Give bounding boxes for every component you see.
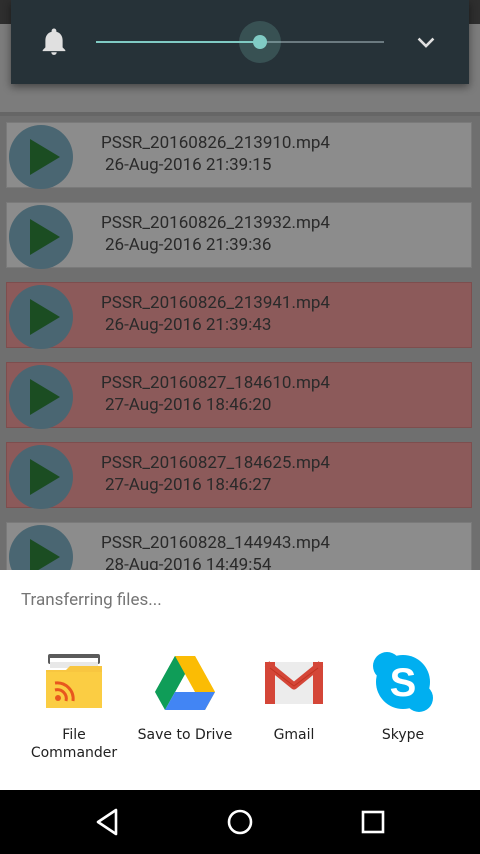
bell-icon[interactable] xyxy=(41,28,67,60)
play-icon[interactable] xyxy=(9,445,73,509)
play-icon[interactable] xyxy=(9,285,73,349)
list-item[interactable]: PSSR_20160826_213910.mp4 26-Aug-2016 21:3… xyxy=(6,122,472,189)
share-target-label: File Commander xyxy=(19,726,129,762)
volume-slider-fill xyxy=(96,41,261,43)
skype-icon: S xyxy=(371,650,435,714)
play-icon[interactable] xyxy=(9,205,73,269)
recents-icon[interactable] xyxy=(359,807,387,841)
chevron-down-icon[interactable] xyxy=(414,31,438,59)
volume-panel xyxy=(11,0,469,84)
list-item[interactable]: PSSR_20160826_213932.mp4 26-Aug-2016 21:3… xyxy=(6,202,472,269)
play-icon[interactable] xyxy=(9,365,73,429)
list-item[interactable]: PSSR_20160826_213941.mp4 26-Aug-2016 21:3… xyxy=(6,282,472,349)
label-line: File xyxy=(62,727,86,743)
share-sheet-title: Transferring files... xyxy=(21,590,162,610)
file-name: PSSR_20160827_184610.mp4 xyxy=(101,373,330,393)
file-name: PSSR_20160826_213932.mp4 xyxy=(101,213,330,233)
play-icon[interactable] xyxy=(9,125,73,189)
share-target-skype[interactable]: S Skype xyxy=(348,650,458,744)
file-date: 27-Aug-2016 18:46:27 xyxy=(105,475,272,495)
file-date: 26-Aug-2016 21:39:15 xyxy=(105,155,272,175)
list-item[interactable]: PSSR_20160827_184610.mp4 27-Aug-2016 18:4… xyxy=(6,362,472,429)
list-item[interactable]: PSSR_20160827_184625.mp4 27-Aug-2016 18:4… xyxy=(6,442,472,509)
navigation-bar xyxy=(0,790,480,854)
share-target-save-to-drive[interactable]: Save to Drive xyxy=(130,650,240,744)
share-target-file-commander[interactable]: File Commander xyxy=(19,650,129,762)
svg-text:S: S xyxy=(390,661,417,705)
share-target-gmail[interactable]: Gmail xyxy=(239,650,349,744)
file-name: PSSR_20160826_213910.mp4 xyxy=(101,133,330,153)
toolbar-shadow xyxy=(0,112,480,116)
back-icon[interactable] xyxy=(94,807,122,841)
file-commander-icon xyxy=(42,650,106,714)
label-line: Commander xyxy=(30,745,118,761)
home-icon[interactable] xyxy=(225,807,255,841)
share-target-label: Save to Drive xyxy=(137,727,233,743)
file-date: 26-Aug-2016 21:39:43 xyxy=(105,315,272,335)
file-name: PSSR_20160826_213941.mp4 xyxy=(101,293,330,313)
file-name: PSSR_20160828_144943.mp4 xyxy=(101,533,330,553)
gmail-icon xyxy=(262,650,326,714)
google-drive-icon xyxy=(153,650,217,714)
share-target-label: Gmail xyxy=(273,727,315,743)
file-name: PSSR_20160827_184625.mp4 xyxy=(101,453,330,473)
file-date: 26-Aug-2016 21:39:36 xyxy=(105,235,272,255)
file-date: 27-Aug-2016 18:46:20 xyxy=(105,395,272,415)
share-target-label: Skype xyxy=(381,727,425,743)
share-sheet: Transferring files... File Commander Sav… xyxy=(0,570,480,790)
